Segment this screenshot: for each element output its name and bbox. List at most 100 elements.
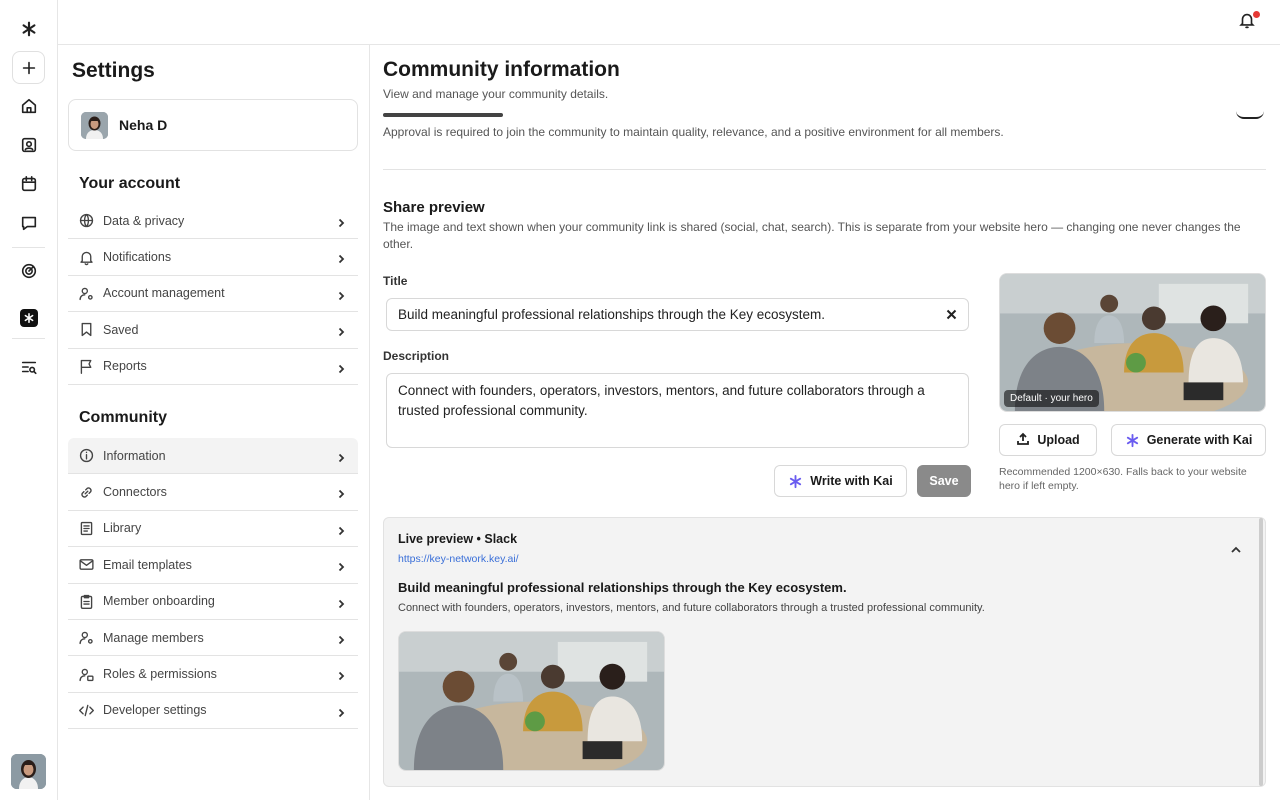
account-menu: Data & privacy Notifications Account man… bbox=[68, 203, 358, 385]
section-heading-community: Community bbox=[79, 409, 167, 426]
sidebar-item-developer-settings[interactable]: Developer settings bbox=[68, 693, 358, 730]
chevron-right-icon bbox=[336, 324, 346, 337]
community-menu: Information Connectors Library Email tem… bbox=[68, 438, 358, 730]
sidebar-item-reports[interactable]: Reports bbox=[68, 349, 358, 385]
sidebar-item-email-templates[interactable]: Email templates bbox=[68, 547, 358, 584]
top-bar bbox=[58, 0, 1280, 45]
main-content: Community information View and manage yo… bbox=[370, 45, 1280, 800]
close-icon[interactable] bbox=[945, 308, 958, 321]
title-input[interactable]: Build meaningful professional relationsh… bbox=[386, 298, 969, 331]
mail-icon bbox=[77, 556, 95, 574]
user-gear-icon bbox=[77, 284, 95, 302]
chat-icon[interactable] bbox=[12, 206, 45, 239]
page-subtitle: View and manage your community details. bbox=[383, 87, 609, 101]
sidebar-item-label: Email templates bbox=[103, 557, 192, 572]
chevron-up-icon[interactable] bbox=[1230, 543, 1242, 555]
contacts-icon[interactable] bbox=[12, 128, 45, 161]
calendar-icon[interactable] bbox=[12, 167, 45, 200]
live-preview-heading: Live preview • Slack bbox=[398, 532, 518, 546]
live-preview-title: Build meaningful professional relationsh… bbox=[398, 580, 847, 595]
chevron-right-icon bbox=[336, 668, 346, 681]
sidebar-item-label: Member onboarding bbox=[103, 594, 215, 609]
generate-with-kai-button[interactable]: Generate with Kai bbox=[1111, 424, 1266, 456]
upload-button[interactable]: Upload bbox=[999, 424, 1097, 456]
page-title: Community information bbox=[383, 58, 620, 81]
sidebar-item-notifications[interactable]: Notifications bbox=[68, 239, 358, 276]
bell-icon bbox=[77, 248, 95, 266]
info-icon bbox=[77, 447, 95, 465]
sidebar-item-information[interactable]: Information bbox=[68, 438, 358, 475]
description-textarea[interactable]: Connect with founders, operators, invest… bbox=[386, 373, 969, 448]
user-card[interactable]: Neha D bbox=[68, 99, 358, 151]
sidebar-item-connectors[interactable]: Connectors bbox=[68, 474, 358, 511]
sidebar-item-label: Saved bbox=[103, 322, 139, 337]
user-gear-icon bbox=[77, 629, 95, 647]
share-preview-heading: Share preview bbox=[383, 199, 485, 216]
live-preview-description: Connect with founders, operators, invest… bbox=[398, 602, 985, 614]
home-icon[interactable] bbox=[12, 89, 45, 122]
kai-icon bbox=[788, 474, 803, 489]
logo-icon[interactable] bbox=[12, 12, 45, 45]
chevron-right-icon bbox=[336, 596, 346, 608]
sidebar-item-label: Notifications bbox=[103, 250, 172, 265]
sidebar-item-label: Account management bbox=[103, 286, 225, 301]
upload-icon bbox=[1016, 432, 1037, 449]
description-label: Description bbox=[383, 349, 450, 363]
bell-icon[interactable] bbox=[1238, 11, 1260, 33]
plus-icon[interactable] bbox=[12, 51, 45, 84]
chevron-right-icon bbox=[336, 632, 346, 645]
clipboard-icon bbox=[77, 592, 95, 610]
hero-tag: Default · your hero bbox=[1004, 390, 1099, 407]
analytics-icon[interactable] bbox=[12, 254, 45, 287]
settings-sidebar: Settings Neha D Your account Data & priv… bbox=[58, 45, 370, 800]
chevron-right-icon bbox=[336, 361, 346, 373]
chevron-right-icon bbox=[336, 450, 346, 463]
sidebar-item-label: Roles & permissions bbox=[103, 667, 217, 682]
sidebar-item-label: Reports bbox=[103, 359, 147, 374]
book-icon bbox=[77, 519, 95, 537]
approval-toggle[interactable] bbox=[1236, 111, 1264, 119]
link-icon bbox=[77, 483, 95, 501]
share-preview-description: The image and text shown when your commu… bbox=[383, 220, 1241, 251]
chevron-right-icon bbox=[336, 486, 346, 499]
sidebar-item-label: Data & privacy bbox=[103, 213, 185, 228]
hero-image: Default · your hero bbox=[999, 273, 1266, 412]
live-preview-panel: Live preview • Slack https://key-network… bbox=[383, 517, 1266, 787]
sidebar-item-data-privacy[interactable]: Data & privacy bbox=[68, 203, 358, 240]
rail-divider bbox=[12, 338, 45, 339]
search-list-icon[interactable] bbox=[12, 350, 45, 383]
title-label: Title bbox=[383, 274, 408, 288]
sidebar-item-label: Developer settings bbox=[103, 703, 207, 718]
sidebar-item-member-onboarding[interactable]: Member onboarding bbox=[68, 584, 358, 620]
sidebar-item-library[interactable]: Library bbox=[68, 511, 358, 548]
globe-icon bbox=[77, 212, 95, 230]
scrollbar[interactable] bbox=[1259, 518, 1265, 788]
settings-title: Settings bbox=[72, 59, 155, 82]
clipped-heading bbox=[383, 107, 523, 117]
chevron-right-icon bbox=[336, 288, 346, 300]
avatar bbox=[81, 111, 108, 139]
flag-icon bbox=[77, 357, 95, 375]
sidebar-item-account-management[interactable]: Account management bbox=[68, 276, 358, 313]
sidebar-item-saved[interactable]: Saved bbox=[68, 312, 358, 349]
sidebar-item-roles-permissions[interactable]: Roles & permissions bbox=[68, 656, 358, 693]
sidebar-item-label: Library bbox=[103, 521, 142, 536]
notification-dot bbox=[1253, 11, 1260, 18]
write-with-kai-button[interactable]: Write with Kai bbox=[774, 465, 907, 497]
title-input-value: Build meaningful professional relationsh… bbox=[398, 307, 825, 322]
section-heading-account: Your account bbox=[79, 175, 181, 192]
image-recommendation: Recommended 1200×630. Falls back to your… bbox=[999, 466, 1247, 492]
chevron-right-icon bbox=[336, 215, 346, 228]
app-icon[interactable] bbox=[20, 309, 38, 327]
kai-icon bbox=[1125, 433, 1140, 448]
bookmark-icon bbox=[77, 321, 95, 339]
chevron-right-icon bbox=[336, 523, 346, 535]
sidebar-item-label: Manage members bbox=[103, 630, 204, 645]
save-button[interactable]: Save bbox=[917, 465, 971, 497]
sidebar-item-label: Information bbox=[103, 448, 166, 463]
live-preview-url[interactable]: https://key-network.key.ai/ bbox=[398, 553, 519, 565]
avatar[interactable] bbox=[11, 754, 46, 789]
sidebar-item-manage-members[interactable]: Manage members bbox=[68, 620, 358, 657]
chevron-right-icon bbox=[336, 705, 346, 717]
rail-divider bbox=[12, 247, 45, 248]
